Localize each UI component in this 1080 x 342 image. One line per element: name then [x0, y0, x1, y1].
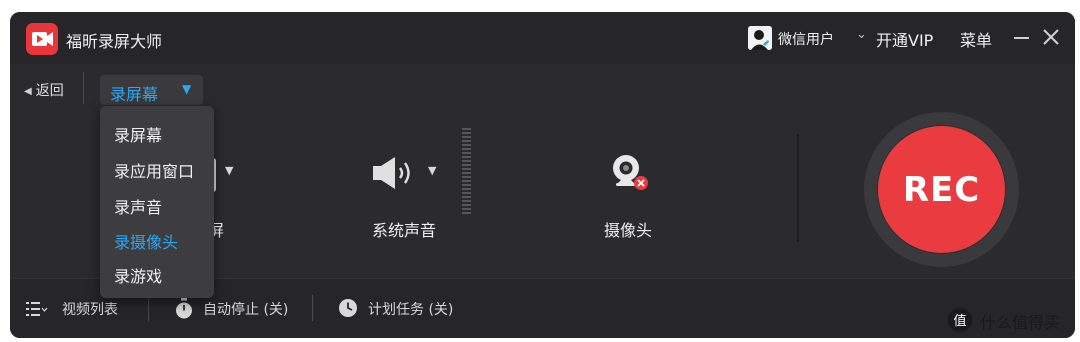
camera-label: 摄像头 — [604, 221, 653, 240]
divider — [148, 295, 149, 321]
mode-select[interactable]: 录屏幕 ▼ — [100, 75, 203, 105]
clock-icon[interactable] — [338, 298, 358, 318]
mode-dropdown-menu: 录屏幕 录应用窗口 录声音 录摄像头 录游戏 — [100, 106, 214, 298]
divider — [83, 72, 84, 104]
user-name[interactable]: 微信用户 — [778, 29, 834, 49]
user-avatar[interactable] — [748, 26, 772, 50]
dropdown-item-record-camera[interactable]: 录摄像头 — [114, 229, 178, 253]
chevron-down-icon[interactable]: ⌄ — [856, 27, 867, 42]
volume-meter — [462, 128, 471, 214]
minimize-button[interactable] — [1012, 24, 1032, 50]
mode-select-value: 录屏幕 — [110, 85, 159, 104]
dropdown-item-record-screen[interactable]: 录屏幕 — [114, 122, 162, 146]
caret-down-icon: ▼ — [182, 82, 192, 96]
watermark-text: 什么值得买 — [980, 313, 1061, 332]
dropdown-item-record-window[interactable]: 录应用窗口 — [114, 158, 194, 182]
auto-stop-button[interactable]: 自动停止 (关) — [203, 299, 288, 319]
back-button[interactable]: ◀ 返回 — [24, 80, 64, 100]
close-button[interactable] — [1040, 26, 1062, 48]
app-title: 福昕录屏大师 — [66, 32, 163, 51]
title-bar: 福昕录屏大师 微信用户 ⌄ 开通VIP 菜单 — [10, 12, 1075, 64]
rec-label: REC — [902, 170, 981, 210]
watermark-logo-icon: 值 — [948, 308, 972, 332]
screen-caret-down-icon[interactable]: ▼ — [225, 164, 233, 177]
schedule-button[interactable]: 计划任务 (关) — [368, 299, 453, 319]
video-list-button[interactable]: 视频列表 — [62, 299, 118, 319]
menu-button[interactable]: 菜单 — [960, 27, 992, 51]
dropdown-item-record-game[interactable]: 录游戏 — [114, 263, 162, 287]
app-logo-icon — [26, 23, 58, 55]
dropdown-item-record-audio[interactable]: 录声音 — [114, 194, 162, 218]
stopwatch-icon[interactable] — [174, 298, 194, 320]
speaker-icon[interactable] — [371, 153, 421, 193]
close-icon — [1043, 29, 1059, 45]
divider — [312, 295, 313, 321]
system-audio-label: 系统声音 — [372, 221, 437, 240]
watermark: 值 什么值得买 — [948, 306, 1078, 336]
list-icon[interactable] — [26, 299, 48, 319]
back-label: 返回 — [35, 83, 64, 99]
rec-button[interactable]: REC — [878, 126, 1005, 253]
back-arrow-icon: ◀ — [24, 86, 32, 97]
webcam-icon[interactable] — [608, 150, 656, 198]
divider — [797, 134, 799, 242]
vip-button[interactable]: 开通VIP — [876, 27, 933, 51]
app-window: 福昕录屏大师 微信用户 ⌄ 开通VIP 菜单 ◀ 返回 录屏幕 ▼ ▼ 屏 ▼ … — [10, 12, 1075, 338]
svg-text:值: 值 — [953, 313, 966, 329]
audio-caret-down-icon[interactable]: ▼ — [428, 164, 436, 177]
